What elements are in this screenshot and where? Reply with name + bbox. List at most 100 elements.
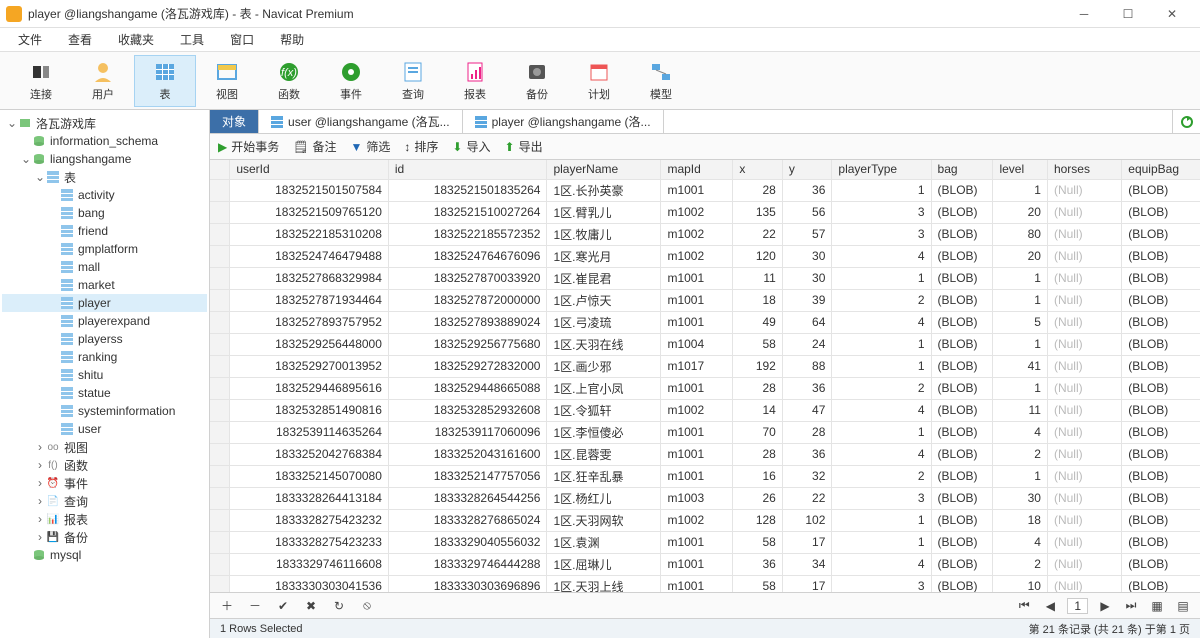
toolbar-fx[interactable]: f(x)函数 <box>258 55 320 107</box>
last-page-button[interactable]: ⏭ <box>1122 598 1140 613</box>
stop-button[interactable]: ⦸ <box>358 598 376 613</box>
export-button[interactable]: ⬆ 导出 <box>505 138 543 155</box>
table-row[interactable]: 183252789375795218325278938890241区.弓凌琉m1… <box>210 311 1200 333</box>
table-row[interactable]: 183252944689561618325294486650881区.上官小凤m… <box>210 377 1200 399</box>
sort-button[interactable]: ↕ 排序 <box>404 138 438 155</box>
add-record-button[interactable]: ＋ <box>218 597 236 614</box>
query-icon <box>401 60 425 84</box>
table-statue[interactable]: statue <box>2 384 207 402</box>
menu-view[interactable]: 查看 <box>56 29 104 50</box>
toolbar-query[interactable]: 查询 <box>382 55 444 107</box>
col-equipBag[interactable]: equipBag <box>1122 160 1200 179</box>
commit-button[interactable]: ✔ <box>274 599 292 613</box>
node-backups[interactable]: ›💾备份 <box>2 528 207 546</box>
table-row[interactable]: 183252150150758418325215018352641区.长孙英豪m… <box>210 179 1200 201</box>
node-reports[interactable]: ›📊报表 <box>2 510 207 528</box>
close-button[interactable]: ✕ <box>1150 0 1194 28</box>
data-grid[interactable]: userIdidplayerNamemapIdxyplayerTypebagle… <box>210 160 1200 592</box>
filter-button[interactable]: ▼ 筛选 <box>351 138 391 155</box>
table-row[interactable]: 183253285149081618325328529326081区.令狐轩m1… <box>210 399 1200 421</box>
toolbar-schedule[interactable]: 计划 <box>568 55 630 107</box>
delete-record-button[interactable]: － <box>246 597 264 614</box>
toolbar-report[interactable]: 报表 <box>444 55 506 107</box>
toolbar-plug[interactable]: 连接 <box>10 55 72 107</box>
col-playerName[interactable]: playerName <box>547 160 661 179</box>
table-bang[interactable]: bang <box>2 204 207 222</box>
prev-page-button[interactable]: ◀ <box>1041 599 1059 613</box>
menu-window[interactable]: 窗口 <box>218 29 266 50</box>
node-queries[interactable]: ›📄查询 <box>2 492 207 510</box>
table-row[interactable]: 183332974611660818333297464442881区.屈琳儿m1… <box>210 553 1200 575</box>
table-row[interactable]: 183333030304153618333303036968961区.天羽上线m… <box>210 575 1200 592</box>
col-horses[interactable]: horses <box>1047 160 1121 179</box>
table-row[interactable]: 183332827542323318333290405560321区.袁渊m10… <box>210 531 1200 553</box>
memo-button[interactable]: 🗒 备注 <box>293 138 336 155</box>
node-tables[interactable]: ⌄表 <box>2 168 207 186</box>
col-id[interactable]: id <box>388 160 547 179</box>
col-y[interactable]: y <box>782 160 832 179</box>
table-row[interactable]: 183252474647948818325247646760961区.寒光月m1… <box>210 245 1200 267</box>
table-row[interactable]: 183253911463526418325391170600961区.李恒傻必m… <box>210 421 1200 443</box>
col-userId[interactable]: userId <box>230 160 389 179</box>
toolbar-view[interactable]: 视图 <box>196 55 258 107</box>
node-views[interactable]: ›oo视图 <box>2 438 207 456</box>
toolbar-table[interactable]: 表 <box>134 55 196 107</box>
toolbar-user[interactable]: 用户 <box>72 55 134 107</box>
minimize-button[interactable]: ─ <box>1062 0 1106 28</box>
db-mysql[interactable]: mysql <box>2 546 207 564</box>
grid-view-button[interactable]: ▦ <box>1148 599 1166 613</box>
table-friend[interactable]: friend <box>2 222 207 240</box>
table-user[interactable]: user <box>2 420 207 438</box>
table-row[interactable]: 183332826441318418333282645442561区.杨红儿m1… <box>210 487 1200 509</box>
table-row[interactable]: 183252786832998418325278700339201区.崔昆君m1… <box>210 267 1200 289</box>
toolbar-backup[interactable]: 备份 <box>506 55 568 107</box>
table-row[interactable]: 183252787193446418325278720000001区.卢惊天m1… <box>210 289 1200 311</box>
table-mall[interactable]: mall <box>2 258 207 276</box>
toolbar-model[interactable]: 模型 <box>630 55 692 107</box>
table-player[interactable]: player <box>2 294 207 312</box>
first-page-button[interactable]: ⏮ <box>1015 598 1033 613</box>
form-view-button[interactable]: ▤ <box>1174 599 1192 613</box>
toolbar-event[interactable]: 事件 <box>320 55 382 107</box>
col-mapId[interactable]: mapId <box>661 160 733 179</box>
tab-player-table[interactable]: player @liangshangame (洛... <box>463 110 664 133</box>
db-liangshangame[interactable]: ⌄liangshangame <box>2 150 207 168</box>
node-functions[interactable]: ›f()函数 <box>2 456 207 474</box>
table-row[interactable]: 183252150976512018325215100272641区.臂乳儿m1… <box>210 201 1200 223</box>
tab-objects[interactable]: 对象 <box>210 110 259 133</box>
cancel-button[interactable]: ✖ <box>302 599 320 613</box>
import-button[interactable]: ⬇ 导入 <box>452 138 490 155</box>
table-gmplatform[interactable]: gmplatform <box>2 240 207 258</box>
menu-tools[interactable]: 工具 <box>168 29 216 50</box>
table-ranking[interactable]: ranking <box>2 348 207 366</box>
table-activity[interactable]: activity <box>2 186 207 204</box>
col-level[interactable]: level <box>993 160 1048 179</box>
begin-transaction-button[interactable]: ▶ 开始事务 <box>218 138 279 155</box>
table-shitu[interactable]: shitu <box>2 366 207 384</box>
menu-favorites[interactable]: 收藏夹 <box>106 29 166 50</box>
tab-user-table[interactable]: user @liangshangame (洛瓦... <box>259 110 463 133</box>
menu-file[interactable]: 文件 <box>6 29 54 50</box>
node-events[interactable]: ›⏰事件 <box>2 474 207 492</box>
table-row[interactable]: 183325204276838418332520431616001区.昆蓉雯m1… <box>210 443 1200 465</box>
maximize-button[interactable]: ☐ <box>1106 0 1150 28</box>
next-page-button[interactable]: ▶ <box>1096 599 1114 613</box>
col-playerType[interactable]: playerType <box>832 160 931 179</box>
col-x[interactable]: x <box>733 160 783 179</box>
col-bag[interactable]: bag <box>931 160 993 179</box>
table-systeminformation[interactable]: systeminformation <box>2 402 207 420</box>
table-row[interactable]: 183325214507008018332521477570561区.狂辛乱暴m… <box>210 465 1200 487</box>
connection-tree[interactable]: ⌄洛瓦游戏库information_schema⌄liangshangame⌄表… <box>0 110 210 638</box>
table-playerss[interactable]: playerss <box>2 330 207 348</box>
table-row[interactable]: 183252925644800018325292567756801区.天羽在线m… <box>210 333 1200 355</box>
table-market[interactable]: market <box>2 276 207 294</box>
table-row[interactable]: 183252218531020818325221855723521区.牧庸儿m1… <box>210 223 1200 245</box>
table-row[interactable]: 183252927001395218325292728320001区.画少邪m1… <box>210 355 1200 377</box>
conn-root[interactable]: ⌄洛瓦游戏库 <box>2 114 207 132</box>
menu-help[interactable]: 帮助 <box>268 29 316 50</box>
sync-button[interactable] <box>1172 110 1200 133</box>
refresh-button[interactable]: ↻ <box>330 599 348 613</box>
table-playerexpand[interactable]: playerexpand <box>2 312 207 330</box>
db-information-schema[interactable]: information_schema <box>2 132 207 150</box>
table-row[interactable]: 183332827542323218333282768650241区.天羽网软m… <box>210 509 1200 531</box>
